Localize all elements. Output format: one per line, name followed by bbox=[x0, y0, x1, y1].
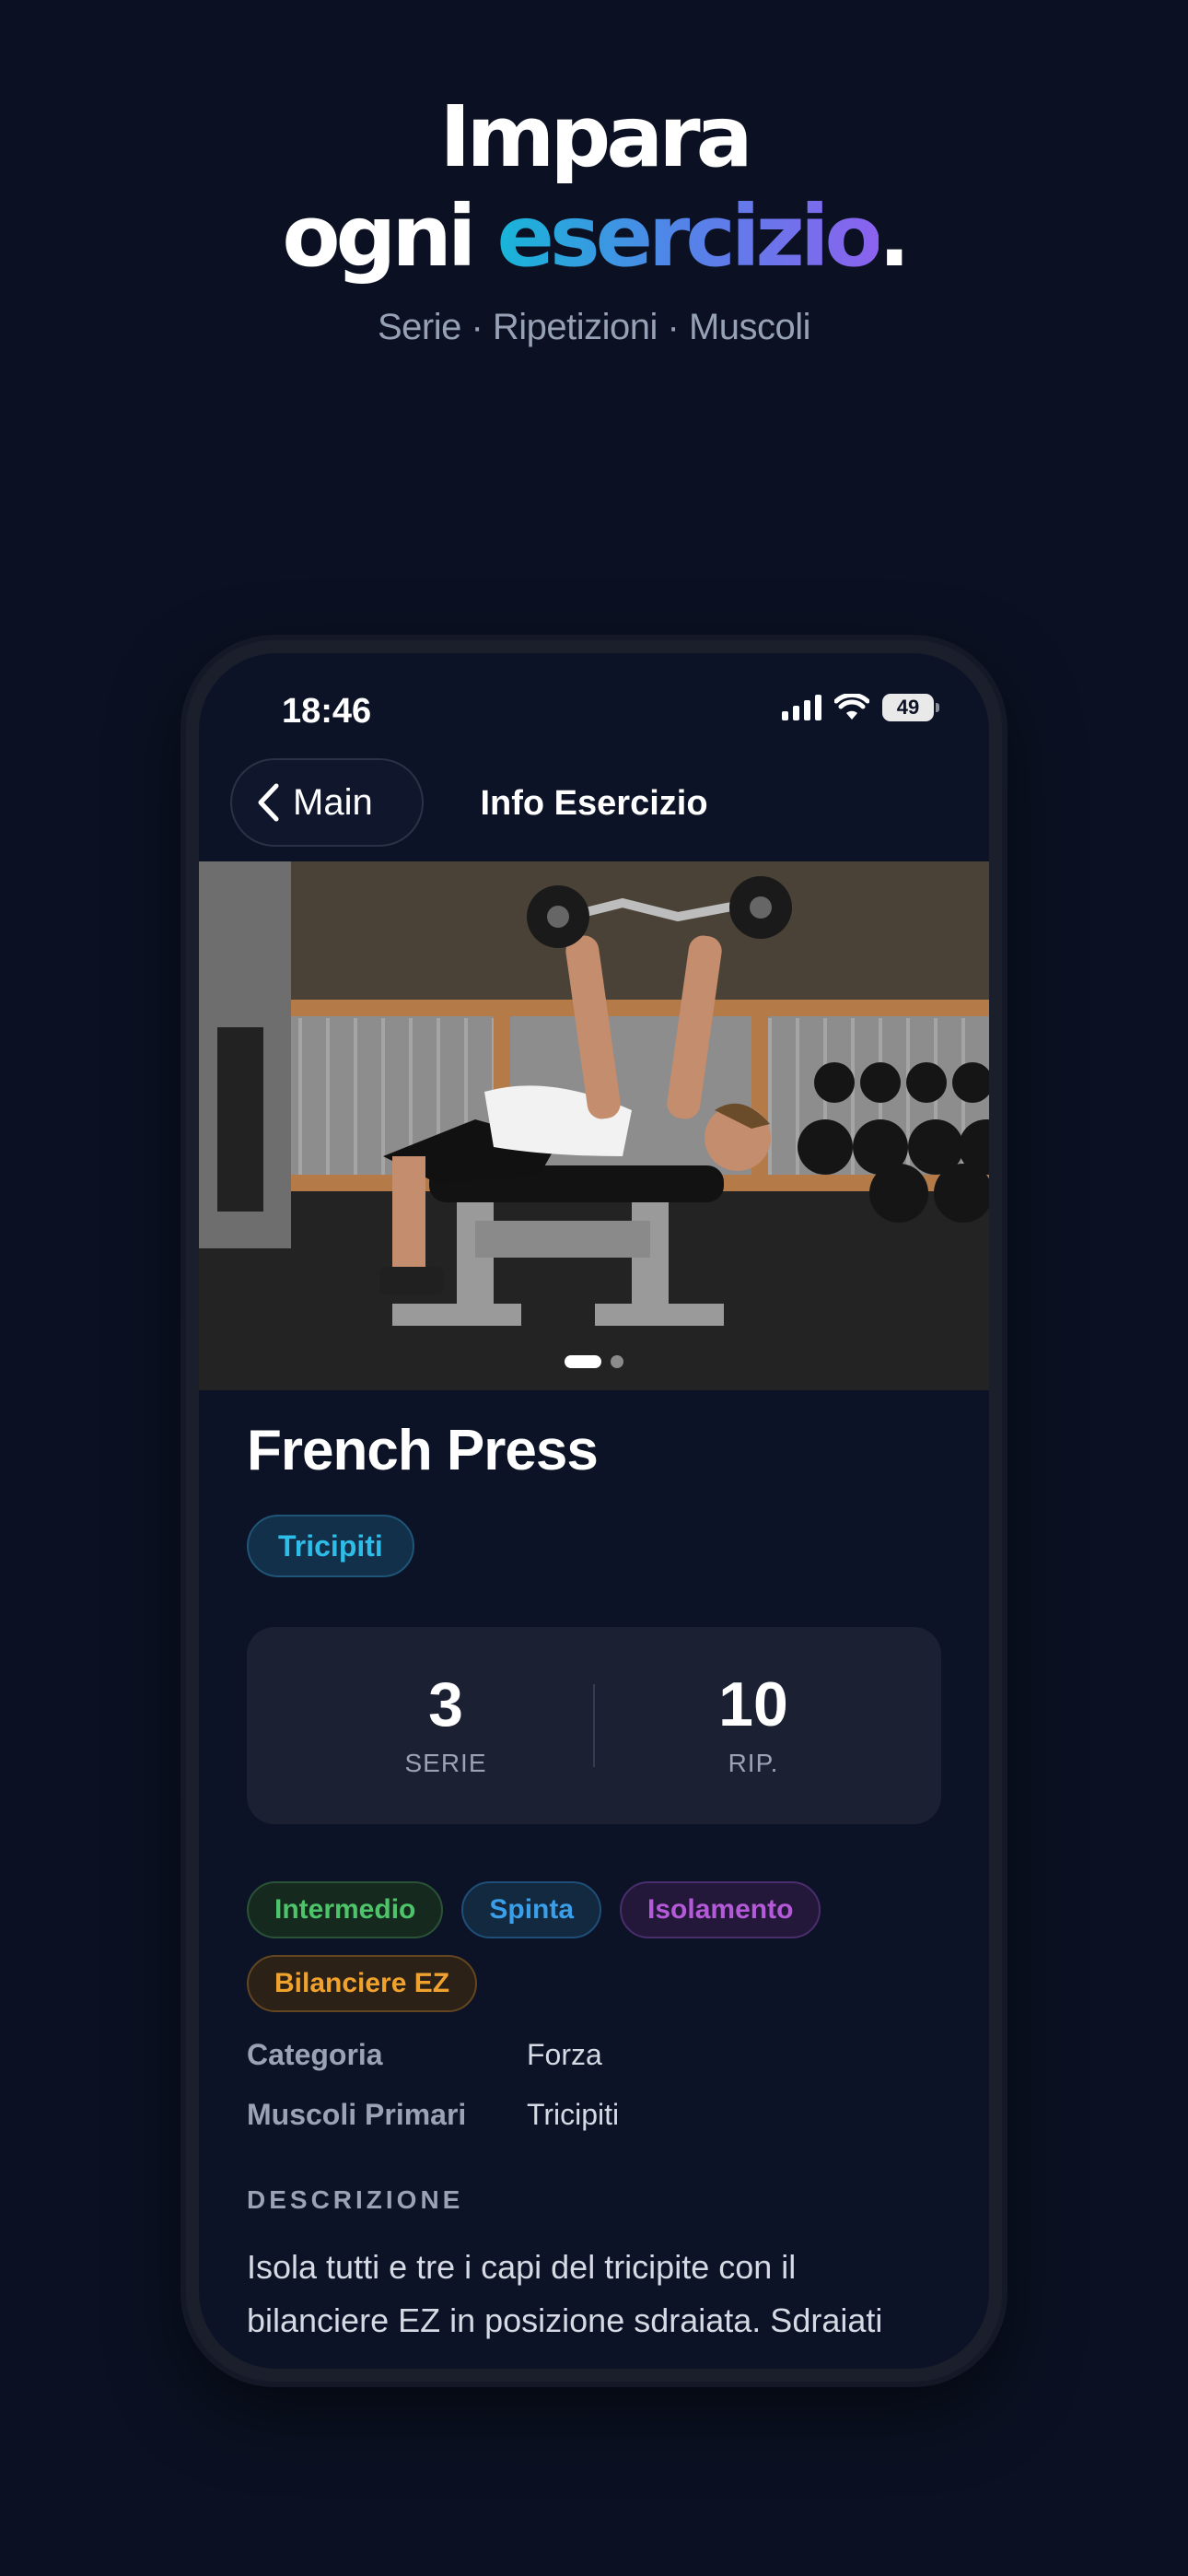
carousel-dot-active[interactable] bbox=[565, 1355, 601, 1368]
info-value: Tricipiti bbox=[527, 2098, 620, 2131]
stat-sets-value: 3 bbox=[428, 1669, 463, 1739]
nav-title: Info Esercizio bbox=[480, 784, 708, 823]
tag-type[interactable]: Isolamento bbox=[620, 1881, 821, 1938]
headline-suffix: . bbox=[878, 187, 911, 286]
info-value: Forza bbox=[527, 2038, 602, 2071]
description-text: Isola tutti e tre i capi del tricipite c… bbox=[247, 2248, 883, 2339]
carousel-dot[interactable] bbox=[611, 1355, 623, 1368]
info-row-primary-muscles: Muscoli Primari Tricipiti bbox=[247, 2098, 941, 2132]
tag-list: Intermedio Spinta Isolamento Bilanciere … bbox=[247, 1881, 956, 2012]
tag-equipment[interactable]: Bilanciere EZ bbox=[247, 1955, 478, 2012]
exercise-photo bbox=[199, 861, 989, 1390]
headline-line-2: ogni esercizio. bbox=[0, 187, 1188, 287]
headline-accent: esercizio bbox=[496, 187, 882, 286]
stat-reps-label: RIP. bbox=[728, 1749, 779, 1777]
stats-card: 3 SERIE 10 RIP. bbox=[247, 1627, 941, 1824]
tag-movement[interactable]: Spinta bbox=[461, 1881, 602, 1938]
battery-icon: 49 bbox=[882, 694, 939, 721]
exercise-details: French Press Tricipiti 3 SERIE 10 RIP. I… bbox=[247, 1418, 941, 2348]
stat-reps: 10 RIP. bbox=[661, 1671, 845, 1778]
carousel-page-indicator[interactable] bbox=[199, 1355, 989, 1368]
headline-line-1: Impara bbox=[439, 88, 752, 186]
stat-sets: 3 SERIE bbox=[354, 1671, 538, 1778]
info-key: Categoria bbox=[247, 2038, 383, 2071]
exercise-title: French Press bbox=[247, 1419, 599, 1482]
marketing-header: Impara ogni esercizio. Serie · Ripetizio… bbox=[0, 88, 1188, 348]
headline-prefix: ogni bbox=[282, 187, 497, 286]
status-icons: 49 bbox=[782, 694, 939, 721]
stat-reps-value: 10 bbox=[718, 1669, 788, 1739]
info-row-category: Categoria Forza bbox=[247, 2038, 941, 2072]
info-key: Muscoli Primari bbox=[247, 2098, 467, 2131]
exercise-image-carousel[interactable] bbox=[199, 861, 989, 1390]
muscle-chip[interactable]: Tricipiti bbox=[247, 1515, 414, 1577]
stat-sets-label: SERIE bbox=[404, 1749, 487, 1777]
stats-divider bbox=[593, 1684, 595, 1767]
phone-frame: 18:46 49 Main Info Esercizio French Pres… bbox=[186, 640, 1002, 2382]
phone-screen: 18:46 49 Main Info Esercizio French Pres… bbox=[199, 653, 989, 2369]
description-heading: DESCRIZIONE bbox=[247, 2185, 464, 2214]
headline-subtitle: Serie · Ripetizioni · Muscoli bbox=[377, 307, 811, 347]
wifi-icon bbox=[834, 694, 869, 720]
tag-level[interactable]: Intermedio bbox=[247, 1881, 444, 1938]
cellular-signal-icon bbox=[782, 695, 821, 720]
status-time: 18:46 bbox=[282, 692, 372, 731]
